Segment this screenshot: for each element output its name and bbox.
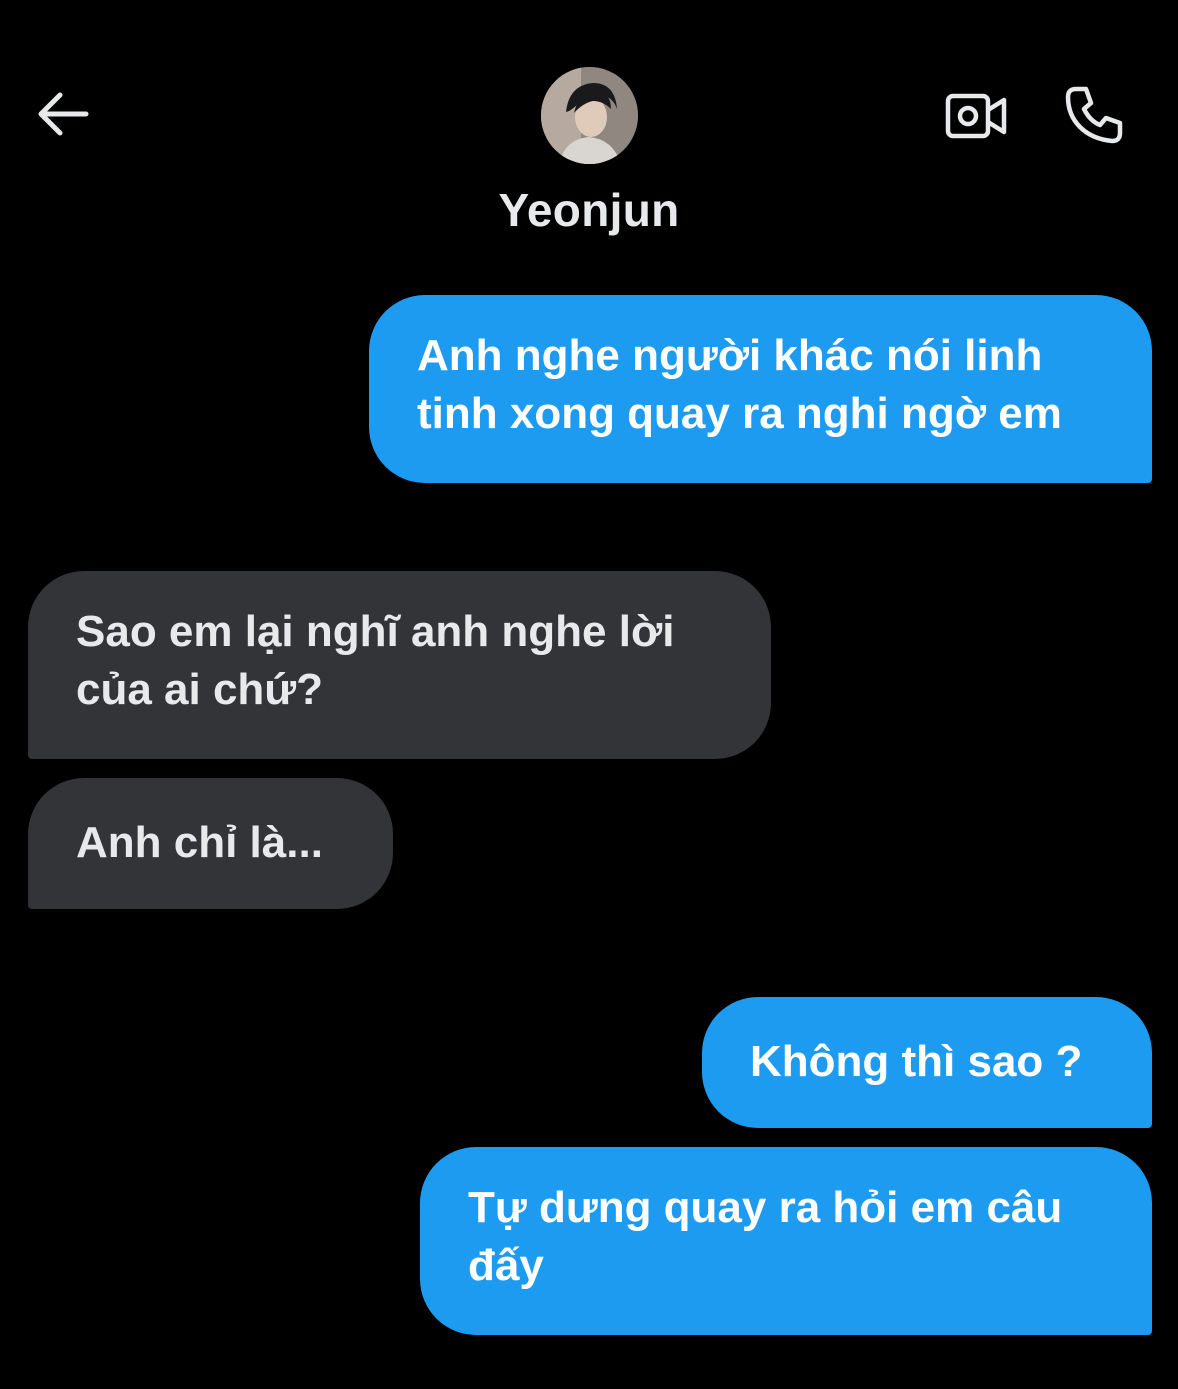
received-message[interactable]: Sao em lại nghĩ anh nghe lời của ai chứ?	[28, 571, 771, 759]
sent-message[interactable]: Anh nghe người khác nói linh tinh xong q…	[369, 295, 1152, 483]
sent-message[interactable]: Tự dưng quay ra hỏi em câu đấy	[420, 1147, 1152, 1335]
profile-photo	[541, 67, 638, 164]
contact-name[interactable]: Yeonjun	[0, 183, 1178, 237]
conversation-header: Yeonjun	[0, 0, 1178, 260]
avatar[interactable]	[541, 67, 638, 164]
voice-call-button[interactable]	[1058, 80, 1130, 150]
video-call-button[interactable]	[940, 86, 1012, 146]
received-message[interactable]: Anh chỉ là...	[28, 778, 393, 909]
phone-icon	[1065, 86, 1123, 144]
back-button[interactable]	[30, 84, 94, 144]
arrow-left-icon	[38, 92, 89, 136]
video-camera-icon	[945, 93, 1007, 139]
sent-message[interactable]: Không thì sao ?	[702, 997, 1152, 1128]
